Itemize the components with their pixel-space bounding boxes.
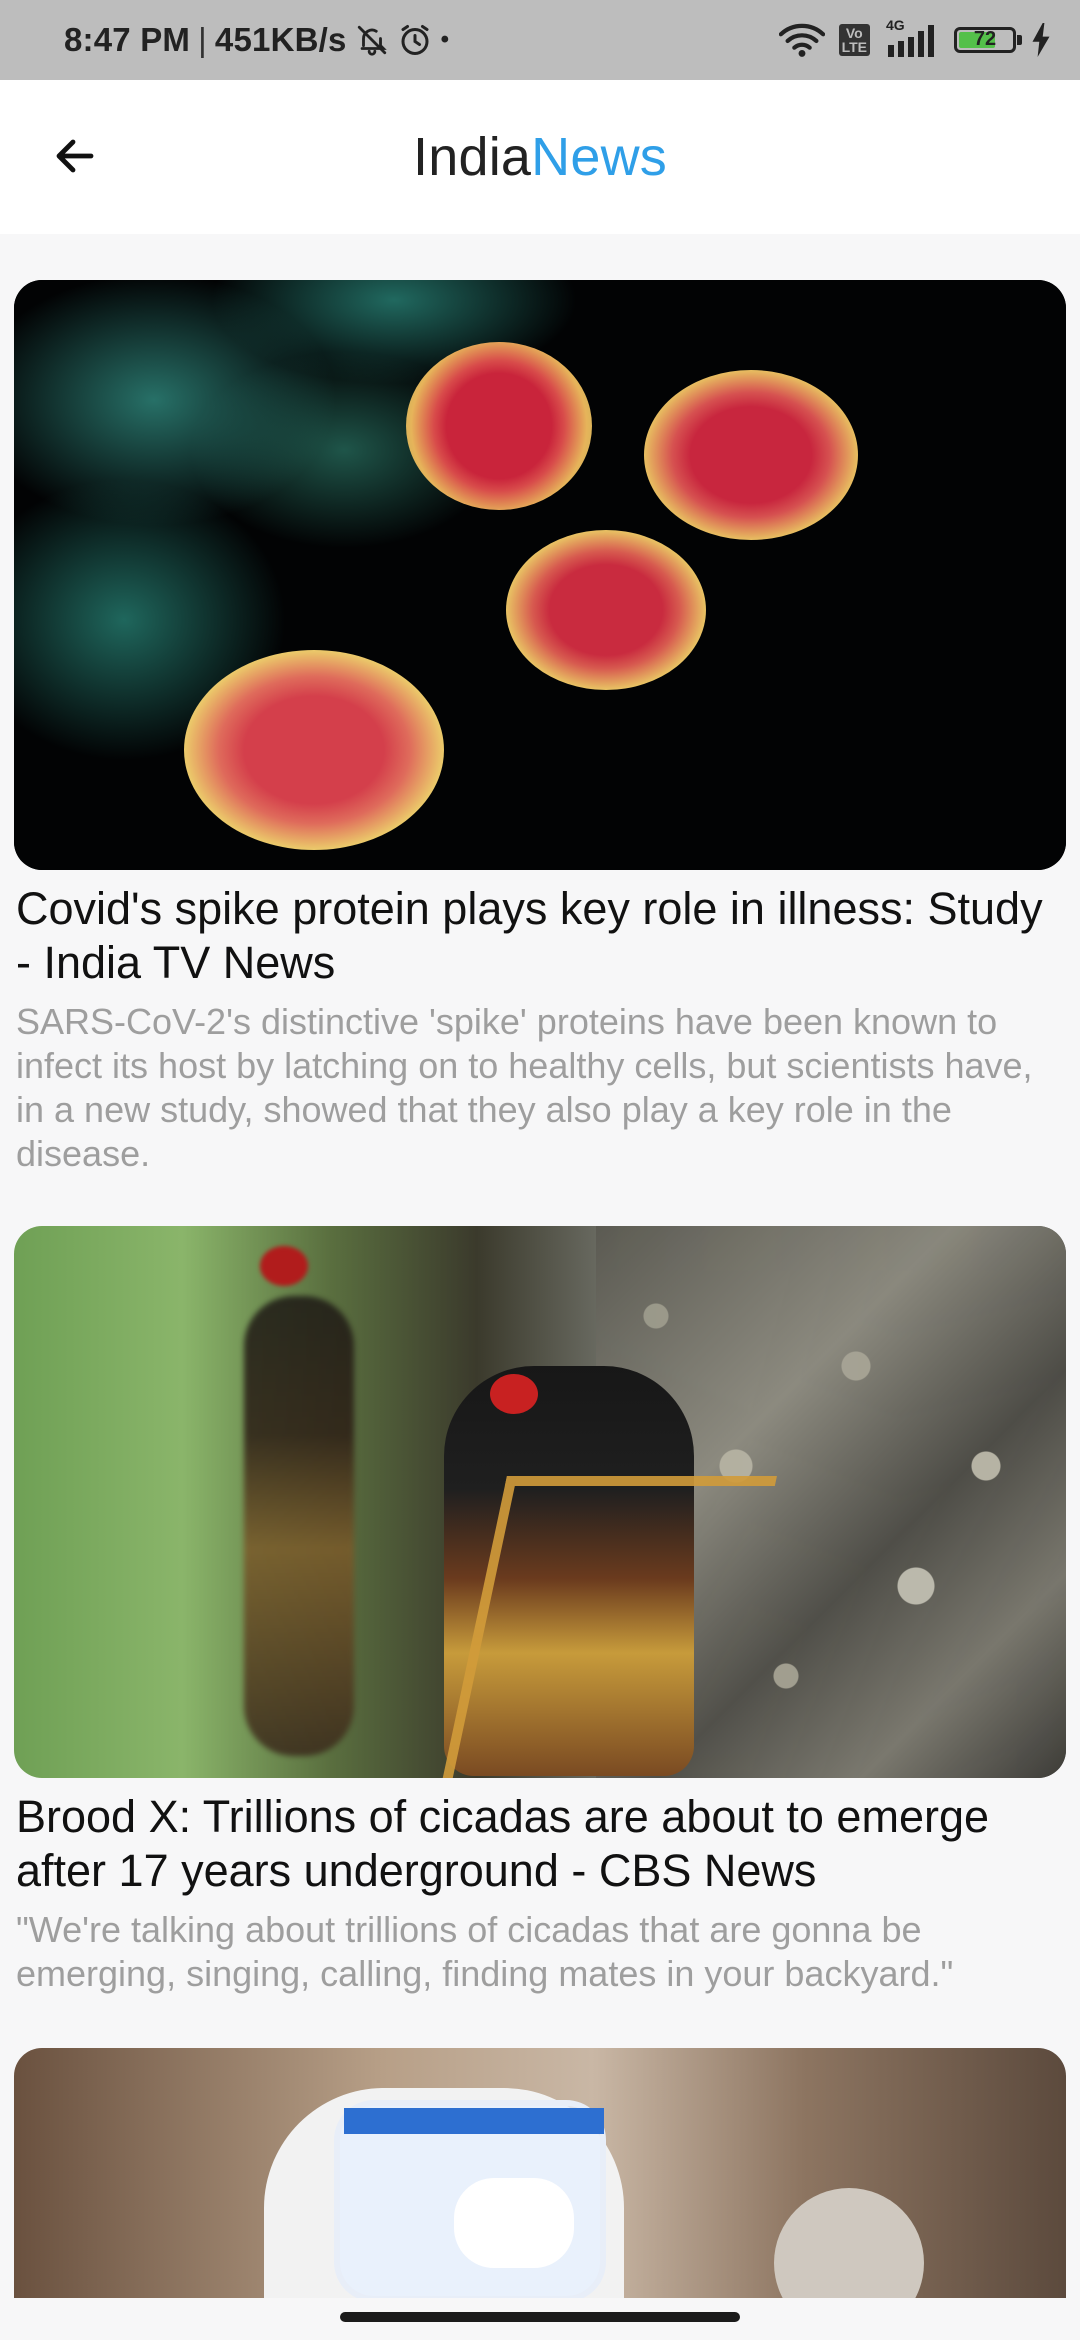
article-title[interactable]: Covid's spike protein plays key role in …	[16, 882, 1064, 990]
arrow-left-icon	[51, 132, 99, 185]
status-separator: |	[198, 21, 207, 58]
news-card[interactable]: Covid's spike protein plays key role in …	[14, 280, 1066, 1176]
gesture-bar[interactable]	[340, 2312, 740, 2322]
title-news: News	[531, 127, 667, 187]
title-india: India	[413, 127, 532, 187]
signal-icon: 4G	[884, 17, 940, 57]
article-image-ppe[interactable]	[14, 2048, 1066, 2298]
blue-strap	[344, 2108, 604, 2134]
news-card[interactable]: Brood X: Trillions of cicadas are about …	[14, 1226, 1066, 1996]
volte-icon: Vo LTE	[838, 24, 870, 56]
status-dot: •	[440, 26, 450, 53]
network-type-label: 4G	[886, 17, 905, 33]
alarm-icon	[397, 22, 433, 58]
article-description: SARS-CoV-2's distinctive 'spike' protein…	[16, 1001, 1033, 1174]
article-image-virus[interactable]	[14, 280, 1066, 870]
status-left: 8:47 PM | 451KB/s •	[64, 21, 449, 59]
article-description: "We're talking about trillions of cicada…	[16, 1909, 954, 1994]
network-speed: 451KB/s	[214, 21, 347, 58]
status-bar: 8:47 PM | 451KB/s • Vo LTE 4G 72	[0, 0, 1080, 80]
app-bar: IndiaNews	[0, 80, 1080, 234]
virus-particle	[644, 370, 858, 540]
charging-icon	[1030, 23, 1052, 57]
wifi-icon	[778, 22, 825, 58]
news-feed[interactable]: Covid's spike protein plays key role in …	[0, 234, 1080, 2340]
battery-cap	[1017, 35, 1022, 45]
cicada-eye	[490, 1374, 538, 1414]
virus-particle	[184, 650, 444, 850]
cicada-eye	[260, 1246, 308, 1286]
page-title: IndiaNews	[413, 126, 667, 188]
virus-particle	[506, 530, 706, 690]
battery-icon: 72	[954, 27, 1022, 53]
person-background	[774, 2188, 924, 2298]
back-button[interactable]	[42, 125, 108, 191]
status-right: Vo LTE 4G 72	[778, 17, 1052, 58]
news-card[interactable]	[14, 2048, 1066, 2310]
article-image-cicadas[interactable]	[14, 1226, 1066, 1778]
status-time: 8:47 PM	[64, 21, 191, 58]
bell-off-icon	[355, 23, 389, 57]
article-title[interactable]: Brood X: Trillions of cicadas are about …	[16, 1790, 1064, 1898]
face-mask	[454, 2178, 574, 2268]
battery-level: 72	[973, 28, 997, 50]
cicada-background	[244, 1296, 354, 1756]
virus-particle	[406, 342, 592, 510]
